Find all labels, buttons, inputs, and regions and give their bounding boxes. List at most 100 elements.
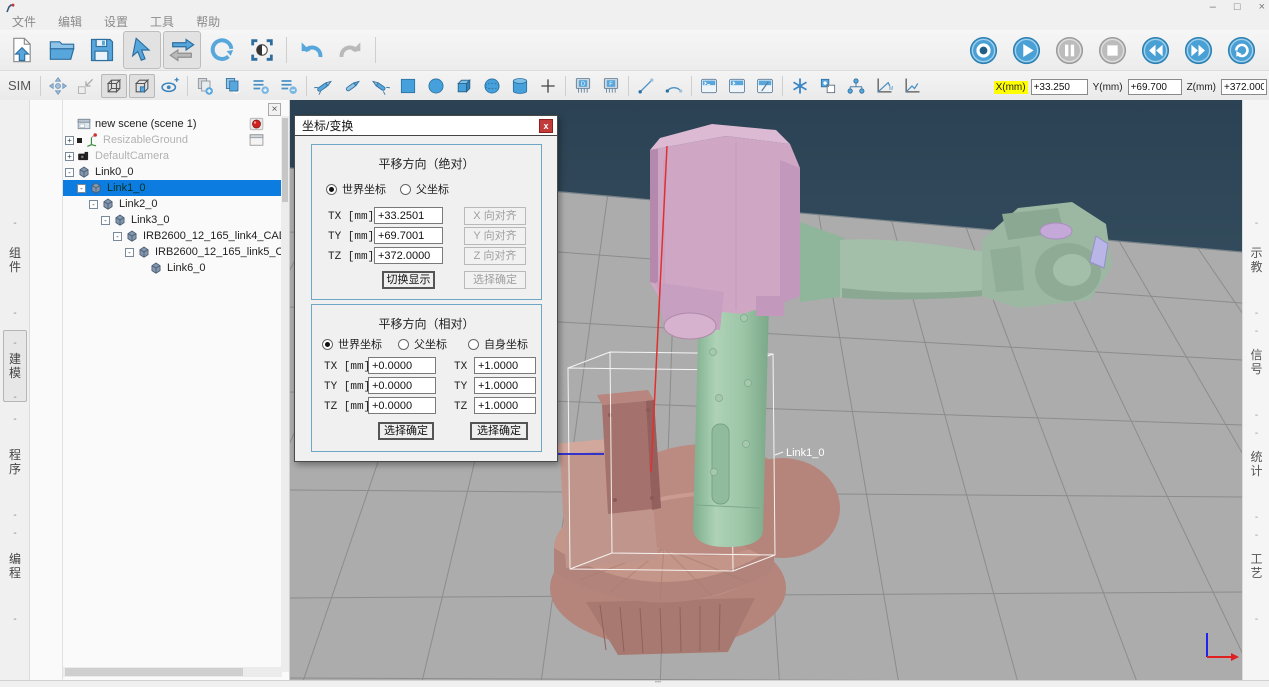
box-shape-button[interactable]	[451, 74, 477, 98]
snowflake-tool-button[interactable]	[787, 74, 813, 98]
tree-expander[interactable]: -	[113, 232, 122, 241]
abs-confirm-button[interactable]: 选择确定	[464, 271, 526, 289]
step-back-button[interactable]	[1140, 35, 1171, 66]
axis-chart-2-button[interactable]	[899, 74, 925, 98]
menu-item-2[interactable]: 设置	[100, 14, 132, 30]
menu-item-0[interactable]: 文件	[8, 14, 40, 30]
play-button[interactable]	[1011, 35, 1042, 66]
circle-shape-button[interactable]	[423, 74, 449, 98]
rel-self-coord-radio[interactable]: 自身坐标	[468, 336, 528, 352]
coord-x-input[interactable]	[1031, 79, 1088, 95]
minimize-button[interactable]: –	[1210, 0, 1216, 14]
jog-tool-button[interactable]	[45, 74, 71, 98]
window-badge-icon[interactable]	[249, 133, 264, 147]
tree-row-Link6_0[interactable]: Link6_0	[63, 260, 282, 276]
tree-row-Link0_0[interactable]: -Link0_0	[63, 164, 282, 180]
tz-abs-input[interactable]	[374, 247, 443, 264]
dart-3-button[interactable]	[367, 74, 393, 98]
record-badge-icon[interactable]	[249, 117, 264, 131]
tree-expander[interactable]: -	[89, 200, 98, 209]
wireframe-cube-button[interactable]	[101, 74, 127, 98]
cylinder-shape-button[interactable]	[507, 74, 533, 98]
tree-expander[interactable]: -	[101, 216, 110, 225]
coord-y-input[interactable]	[1128, 79, 1182, 95]
panel-close-button[interactable]: ×	[268, 103, 281, 116]
eye-add-button[interactable]	[157, 74, 183, 98]
toggle-display-button[interactable]: 切换显示	[382, 271, 435, 289]
y-align-button[interactable]: Y 向对齐	[464, 227, 526, 245]
pause-button[interactable]	[1054, 35, 1085, 66]
tx-rel-input[interactable]	[368, 357, 436, 374]
tree-expander[interactable]: -	[77, 184, 86, 193]
tree-row-new scene (scene 1)[interactable]: new scene (scene 1)	[63, 116, 282, 132]
rel-parent-coord-radio[interactable]: 父坐标	[398, 336, 447, 352]
new-file-button[interactable]	[3, 31, 41, 69]
splitter-grip[interactable]: •••	[648, 682, 668, 685]
rel-world-coord-radio[interactable]: 世界坐标	[322, 336, 382, 352]
select-cursor-button[interactable]	[123, 31, 161, 69]
open-file-button[interactable]	[43, 31, 81, 69]
undo-button[interactable]	[292, 31, 330, 69]
chip-f-button[interactable]: F	[598, 74, 624, 98]
rel-confirm-left-button[interactable]: 选择确定	[378, 422, 434, 440]
line-tool-button[interactable]	[633, 74, 659, 98]
section-cube-button[interactable]	[129, 74, 155, 98]
terminal-1-button[interactable]	[696, 74, 722, 98]
menu-item-3[interactable]: 工具	[146, 14, 178, 30]
record-button[interactable]	[968, 35, 999, 66]
tree-vertical-scrollbar[interactable]	[281, 116, 289, 672]
tree-row-IRB2600_12_165_link4_CAD_01_0[interactable]: -IRB2600_12_165_link4_CAD_01_0	[63, 228, 282, 244]
tx-step-input[interactable]	[474, 357, 536, 374]
square-shape-button[interactable]	[395, 74, 421, 98]
maximize-button[interactable]: □	[1234, 0, 1241, 14]
tree-expander[interactable]: -	[65, 168, 74, 177]
sphere-shape-button[interactable]	[479, 74, 505, 98]
tree-row-ResizableGround[interactable]: +ResizableGround	[63, 132, 282, 148]
ty-step-input[interactable]	[474, 377, 536, 394]
close-button[interactable]: ×	[1259, 0, 1265, 14]
tree-expander[interactable]: -	[125, 248, 134, 257]
tree-horizontal-scrollbar[interactable]	[63, 667, 282, 677]
world-coord-radio[interactable]: 世界坐标	[326, 181, 386, 197]
left-tab-0[interactable]: 组件	[0, 246, 30, 274]
tree-expander[interactable]: +	[65, 152, 74, 161]
step-forward-button[interactable]	[1183, 35, 1214, 66]
tree-row-IRB2600_12_165_link5_CAD_02_[interactable]: -IRB2600_12_165_link5_CAD_02_	[63, 244, 282, 260]
left-tab-3[interactable]: 编程	[0, 552, 30, 580]
focus-view-button[interactable]	[243, 31, 281, 69]
terminal-3-button[interactable]	[752, 74, 778, 98]
right-tab-0[interactable]: 示教	[1243, 246, 1269, 274]
right-tab-3[interactable]: 工艺	[1243, 552, 1269, 580]
right-tab-1[interactable]: 信号	[1243, 348, 1269, 376]
list-remove-button[interactable]	[276, 74, 302, 98]
reset-playback-button[interactable]	[1226, 35, 1257, 66]
tree-row-Link2_0[interactable]: -Link2_0	[63, 196, 282, 212]
tree-row-Link3_0[interactable]: -Link3_0	[63, 212, 282, 228]
import-model-button[interactable]	[73, 74, 99, 98]
tree-row-DefaultCamera[interactable]: +DefaultCamera	[63, 148, 282, 164]
dart-2-button[interactable]	[339, 74, 365, 98]
redo-button[interactable]	[332, 31, 370, 69]
left-tab-2[interactable]: 程序	[0, 448, 30, 476]
menu-item-1[interactable]: 编辑	[54, 14, 86, 30]
translate-object-button[interactable]	[163, 31, 201, 69]
tz-rel-input[interactable]	[368, 397, 436, 414]
tree-row-Link1_0[interactable]: -Link1_0	[63, 180, 282, 196]
terminal-2-button[interactable]	[724, 74, 750, 98]
right-tab-2[interactable]: 统计	[1243, 450, 1269, 478]
list-add-button[interactable]	[248, 74, 274, 98]
cross-shape-button[interactable]	[535, 74, 561, 98]
ty-abs-input[interactable]	[374, 227, 443, 244]
group-tool-button[interactable]	[815, 74, 841, 98]
tz-step-input[interactable]	[474, 397, 536, 414]
dialog-titlebar[interactable]: 坐标/变换 x	[295, 116, 557, 136]
parent-coord-radio[interactable]: 父坐标	[400, 181, 449, 197]
x-align-button[interactable]: X 向对齐	[464, 207, 526, 225]
tree-expander[interactable]: +	[65, 136, 74, 145]
z-align-button[interactable]: Z 向对齐	[464, 247, 526, 265]
axis-chart-1-button[interactable]: M	[871, 74, 897, 98]
copy-add-button[interactable]	[192, 74, 218, 98]
chip-d-button[interactable]: D	[570, 74, 596, 98]
dart-1-button[interactable]	[311, 74, 337, 98]
node-tree-button[interactable]	[843, 74, 869, 98]
